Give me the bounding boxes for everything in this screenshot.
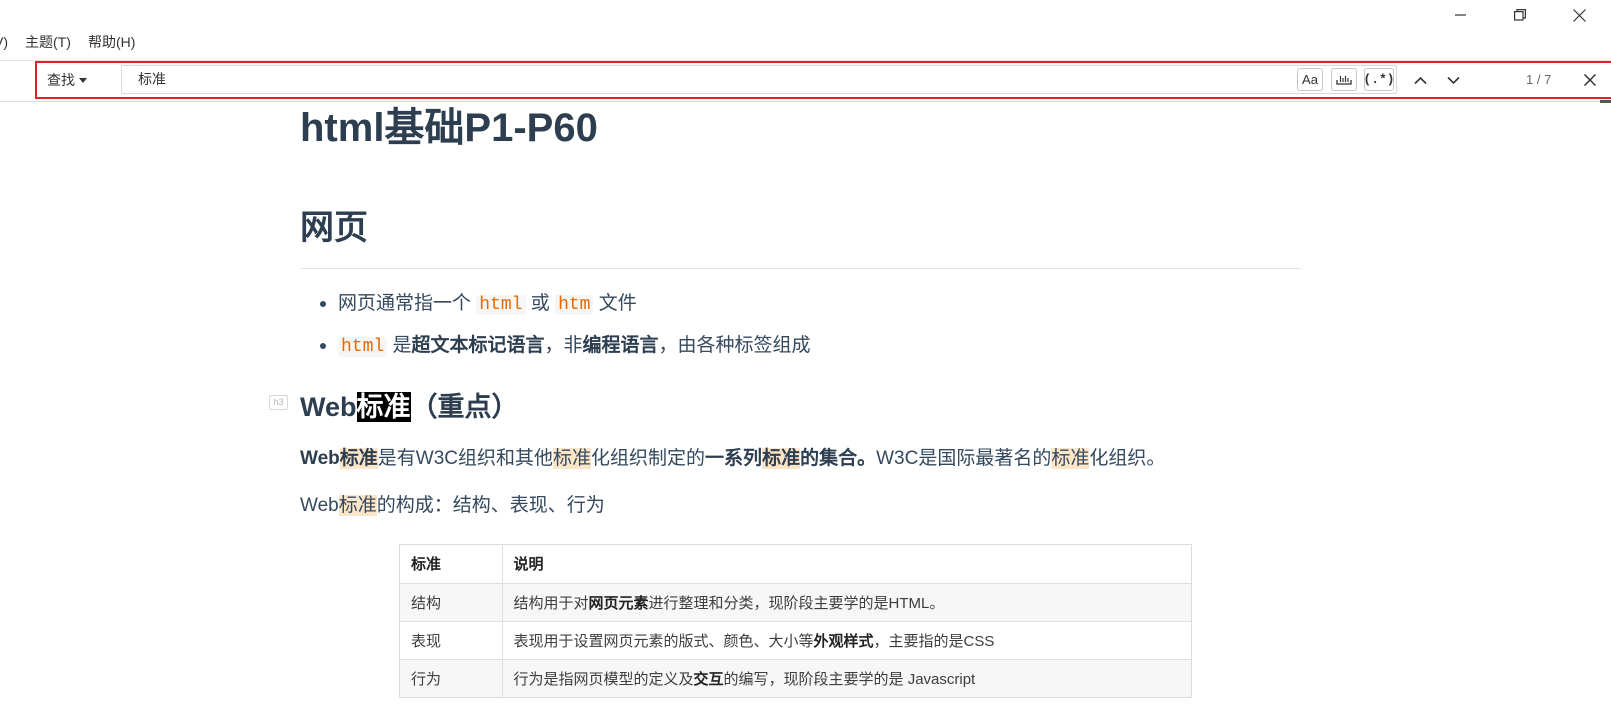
find-bar-annotation-box — [35, 61, 1611, 99]
table-cell: 结构用于对网页元素进行整理和分类，现阶段主要学的是HTML。 — [502, 583, 1191, 622]
menu-item-theme[interactable]: 主题(T) — [25, 33, 71, 51]
document-title: html基础P1-P60 — [300, 106, 598, 150]
table-cell: 表现用于设置网页元素的版式、颜色、大小等外观样式，主要指的是CSS — [502, 621, 1191, 660]
cell-bold-text: 网页元素 — [588, 594, 649, 612]
close-icon — [1572, 8, 1586, 22]
table-row: 表现 表现用于设置网页元素的版式、颜色、大小等外观样式，主要指的是CSS — [400, 621, 1191, 660]
cell-text: 的编写，现阶段主要学的是 Javascript — [723, 670, 976, 688]
paragraph-text: Web — [300, 495, 339, 516]
list-text: 网页通常指一个 — [338, 293, 477, 314]
menu-item-help[interactable]: 帮助(H) — [88, 33, 135, 51]
subheading-text: Web — [300, 392, 357, 422]
window-close-button[interactable] — [1556, 0, 1602, 30]
search-match: 标准 — [762, 448, 801, 469]
standards-table: 标准 说明 结构 结构用于对网页元素进行整理和分类，现阶段主要学的是HTML。 … — [400, 545, 1191, 697]
list-bullet — [320, 343, 326, 349]
cell-bold-text: 交互 — [693, 670, 724, 688]
cell-text: 行为是指网页模型的定义及 — [513, 670, 694, 688]
paragraph-text: 化组织。 — [1089, 448, 1166, 469]
table-cell: 行为 — [400, 659, 503, 697]
table-cell: 表现 — [400, 621, 503, 660]
paragraph-text: 是有W3C组织和其他 — [377, 448, 554, 469]
cell-text: 表现用于设置网页元素的版式、颜色、大小等 — [513, 632, 814, 650]
table-cell: 行为是指网页模型的定义及交互的编写，现阶段主要学的是 Javascript — [502, 659, 1191, 697]
heading-level-badge: h3 — [269, 395, 288, 410]
search-match: 标准 — [339, 448, 378, 469]
minimize-button[interactable] — [1438, 0, 1484, 30]
cell-text: 结构用于对 — [513, 594, 589, 612]
cell-text: ，主要指的是CSS — [873, 632, 995, 650]
paragraph: Web标准的构成：结构、表现、行为 — [300, 493, 605, 519]
list-item: 网页通常指一个 html 或 htm 文件 — [338, 291, 637, 318]
search-match: 标准 — [553, 448, 592, 469]
inline-code: htm — [555, 295, 594, 315]
list-item: html 是超文本标记语言，非编程语言，由各种标签组成 — [338, 333, 811, 360]
paragraph-text: W3C是国际最著名的 — [876, 448, 1052, 469]
paragraph: Web标准是有W3C组织和其他标准化组织制定的一系列标准的集合。W3C是国际最著… — [300, 446, 1165, 472]
subheading: Web标准（重点） — [300, 390, 519, 424]
cell-bold-text: 外观样式 — [813, 632, 874, 650]
minimize-icon — [1455, 14, 1466, 16]
bold-text: 一系列 — [705, 448, 763, 469]
search-match: 标准 — [338, 495, 377, 516]
list-text: ，非 — [544, 335, 583, 356]
table-header-row: 标准 说明 — [400, 545, 1191, 584]
cell-text: 进行整理和分类，现阶段主要学的是HTML。 — [648, 594, 945, 612]
editor-content[interactable]: html基础P1-P60 网页 网页通常指一个 html 或 htm 文件 ht… — [0, 103, 1611, 705]
list-bullet — [320, 301, 326, 307]
list-text: 或 — [525, 293, 556, 314]
inline-code: html — [338, 337, 388, 357]
heading-underline — [300, 268, 1301, 269]
table-image: 标准 说明 结构 结构用于对网页元素进行整理和分类，现阶段主要学的是HTML。 … — [399, 544, 1192, 698]
section-heading: 网页 — [300, 209, 368, 247]
table-cell: 结构 — [400, 583, 503, 622]
paragraph-text: 化组织制定的 — [591, 448, 706, 469]
bold-text: 超文本标记语言 — [411, 335, 545, 356]
inline-code: html — [476, 295, 526, 315]
list-text: 文件 — [593, 293, 637, 314]
restore-button[interactable] — [1497, 0, 1543, 30]
menu-item-view[interactable]: V) — [0, 33, 8, 51]
table-row: 结构 结构用于对网页元素进行整理和分类，现阶段主要学的是HTML。 — [400, 583, 1191, 622]
subheading-text: （重点） — [410, 392, 519, 422]
list-text: ，由各种标签组成 — [658, 335, 811, 356]
bold-text: 编程语言 — [582, 335, 659, 356]
bold-text: Web — [300, 448, 340, 469]
paragraph-text: 的构成：结构、表现、行为 — [376, 495, 605, 516]
current-search-match: 标准 — [356, 392, 411, 422]
bold-text: 的集合。 — [800, 448, 877, 469]
search-match: 标准 — [1051, 448, 1090, 469]
table-row: 行为 行为是指网页模型的定义及交互的编写，现阶段主要学的是 Javascript — [400, 659, 1191, 697]
restore-icon — [1514, 9, 1526, 21]
table-header-cell: 说明 — [502, 545, 1191, 584]
title-bar: V) 主题(T) 帮助(H) — [0, 0, 1611, 60]
list-text: 是 — [387, 335, 412, 356]
table-header-cell: 标准 — [400, 545, 503, 584]
